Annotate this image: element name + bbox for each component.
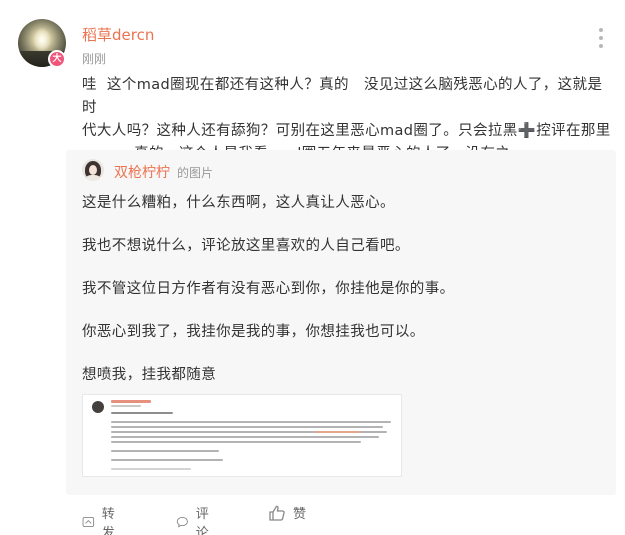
plus-icon: ➕ [517,123,537,139]
repost-text-line: 我也不想说什么，评论放这里喜欢的人自己看吧。 [82,238,410,254]
repost-author-name[interactable]: 双枪柠柠 [114,162,170,182]
repost-button[interactable]: 转发 [82,503,120,535]
more-vertical-icon[interactable] [596,28,606,48]
repost-text-line: 这是什么糟粕，什么东西啊，这人真让人恶心。 [82,195,395,211]
repost-author-avatar[interactable] [82,159,104,181]
repost-author-suffix: 的图片 [177,166,214,180]
repost-label: 转发 [101,507,115,535]
verified-badge: 大 [48,50,66,68]
author-name[interactable]: 稻草dercn [82,24,154,45]
reposted-content[interactable]: 双枪柠柠 的图片 这是什么糟粕，什么东西啊，这人真让人恶心。 我也不想说什么，评… [66,150,616,495]
post-text-line: 哇 这个mad圈现在都还有这种人？真的 没见过这么脑残恶心的人了，这就是时 [82,77,603,116]
repost-text-line: 想喷我，挂我都随意 [82,367,217,383]
comment-icon [176,516,188,528]
comment-label: 评论 [195,507,209,535]
like-label: 赞 [293,507,307,522]
comment-button[interactable]: 评论 [176,503,214,535]
post-text-line: 代大人吗？这种人还有舔狗？可别在这里恶心mad圈了。只会拉黑 [82,123,518,139]
post-text-line: 控评在那里 [536,123,611,139]
attached-image-thumbnail[interactable] [82,394,402,477]
repost-text-line: 我不管这位日方作者有没有恶心到你，你挂他是你的事。 [82,281,455,297]
repost-icon [82,516,95,528]
like-icon [269,505,285,521]
repost-text-line: 你恶心到我了，我挂你是我的事，你想挂我也可以。 [82,324,425,340]
author-avatar[interactable]: 大 [18,19,66,68]
post-timestamp: 刚刚 [82,52,107,66]
like-button[interactable]: 赞 [268,503,306,522]
